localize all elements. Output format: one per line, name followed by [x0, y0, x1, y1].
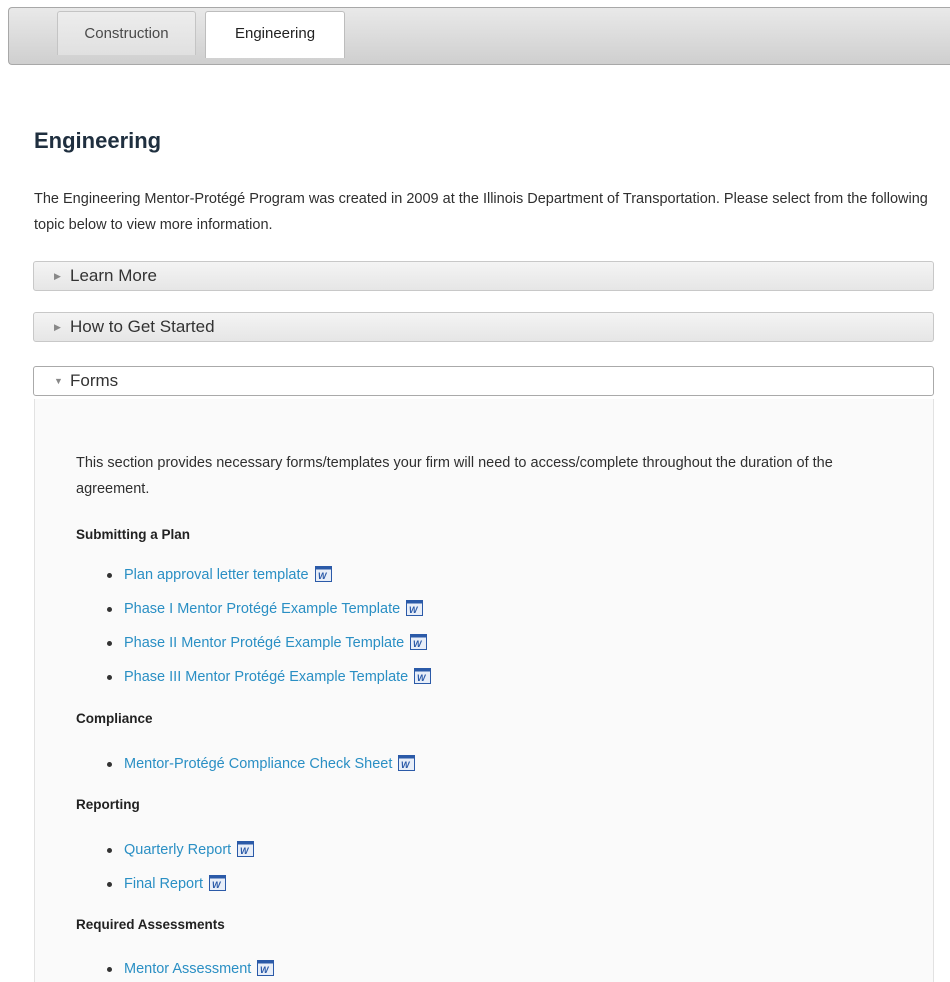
tab-bar: Construction Engineering — [8, 7, 950, 65]
compliance-list: Mentor-Protégé Compliance Check Sheet W — [76, 753, 416, 787]
page: Construction Engineering Engineering The… — [0, 0, 950, 982]
word-document-icon[interactable]: W — [398, 755, 416, 771]
caret-right-icon: ▶ — [54, 322, 61, 332]
reporting-list: Quarterly Report W Final Report W — [76, 839, 255, 907]
bullet — [107, 882, 112, 887]
bullet — [107, 607, 112, 612]
accordion-forms[interactable]: ▼ Forms — [33, 366, 934, 396]
bullet — [107, 573, 112, 578]
section-heading-required-assessments: Required Assessments — [76, 917, 225, 932]
accordion-forms-label: Forms — [70, 371, 119, 390]
tab-construction-label: Construction — [84, 25, 169, 42]
forms-panel: This section provides necessary forms/te… — [34, 399, 934, 982]
bullet — [107, 848, 112, 853]
section-heading-submitting-a-plan: Submitting a Plan — [76, 527, 191, 542]
phase-3-template-link[interactable]: Phase III Mentor Protégé Example Templat… — [124, 669, 408, 685]
bullet — [107, 675, 112, 680]
caret-right-icon: ▶ — [54, 271, 61, 281]
accordion-how-to-get-started-label: How to Get Started — [70, 317, 215, 336]
phase-2-template-link[interactable]: Phase II Mentor Protégé Example Template — [124, 635, 404, 651]
list-item: Mentor Assessment W — [76, 958, 275, 982]
mentor-assessment-link[interactable]: Mentor Assessment — [124, 961, 251, 977]
forms-description: This section provides necessary forms/te… — [76, 455, 833, 497]
plan-approval-letter-link[interactable]: Plan approval letter template — [124, 567, 309, 583]
tab-construction[interactable]: Construction — [57, 11, 196, 55]
section-heading-reporting: Reporting — [76, 797, 140, 812]
list-item: Phase III Mentor Protégé Example Templat… — [76, 666, 432, 700]
word-document-icon[interactable]: W — [209, 875, 227, 891]
bullet — [107, 641, 112, 646]
word-document-icon[interactable]: W — [237, 841, 255, 857]
word-document-icon[interactable]: W — [257, 960, 275, 976]
section-heading-compliance: Compliance — [76, 711, 153, 726]
caret-down-icon: ▼ — [54, 376, 63, 386]
word-document-icon[interactable]: W — [406, 600, 424, 616]
list-item: Final Report W — [76, 873, 254, 907]
tab-engineering-label: Engineering — [234, 25, 316, 42]
phase-1-template-link[interactable]: Phase I Mentor Protégé Example Template — [124, 601, 400, 617]
list-item: Phase II Mentor Protégé Example Template… — [76, 632, 431, 666]
accordion-how-to-get-started[interactable]: ▶ How to Get Started — [33, 312, 934, 342]
list-item: Plan approval letter template W — [76, 564, 431, 598]
bullet — [107, 967, 112, 972]
quarterly-report-link[interactable]: Quarterly Report — [124, 842, 231, 858]
submitting-a-plan-list: Plan approval letter template W Phase I … — [76, 564, 432, 700]
word-document-icon[interactable]: W — [410, 634, 428, 650]
accordion-learn-more-label: Learn More — [70, 266, 157, 285]
required-assessments-list: Mentor Assessment W — [76, 958, 275, 982]
word-document-icon[interactable]: W — [314, 566, 332, 582]
tab-engineering[interactable]: Engineering — [205, 11, 345, 58]
accordion-learn-more[interactable]: ▶ Learn More — [33, 261, 934, 291]
compliance-check-sheet-link[interactable]: Mentor-Protégé Compliance Check Sheet — [124, 756, 392, 772]
word-document-icon[interactable]: W — [414, 668, 432, 684]
final-report-link[interactable]: Final Report — [124, 876, 203, 892]
page-title: Engineering — [34, 128, 162, 153]
list-item: Mentor-Protégé Compliance Check Sheet W — [76, 753, 416, 787]
list-item: Phase I Mentor Protégé Example Template … — [76, 598, 431, 632]
bullet — [107, 762, 112, 767]
list-item: Quarterly Report W — [76, 839, 255, 873]
intro-text: The Engineering Mentor-Protégé Program w… — [34, 191, 928, 233]
